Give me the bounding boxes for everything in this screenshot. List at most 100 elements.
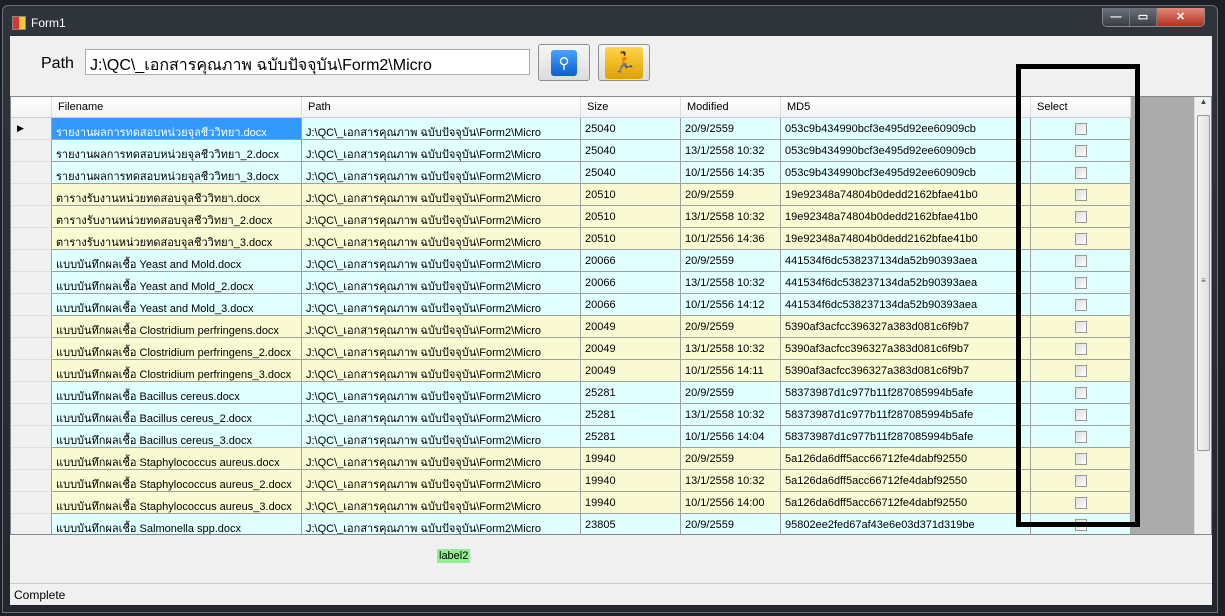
row-header[interactable] <box>11 316 52 338</box>
row-header[interactable] <box>11 404 52 426</box>
cell-size[interactable]: 25281 <box>581 382 681 404</box>
cell-filename[interactable]: ตารางรับงานหน่วยทดสอบจุลชีววิทยา_3.docx <box>52 228 302 250</box>
scroll-up-icon[interactable]: ▲ <box>1195 97 1211 106</box>
cell-md5[interactable]: 053c9b434990bcf3e495d92ee60909cb <box>781 140 1031 162</box>
cell-size[interactable]: 19940 <box>581 492 681 514</box>
cell-md5[interactable]: 58373987d1c977b11f287085994b5afe <box>781 382 1031 404</box>
cell-path[interactable]: J:\QC\_เอกสารคุณภาพ ฉบับปัจจุบัน\Form2\M… <box>302 382 581 404</box>
cell-filename[interactable]: ตารางรับงานหน่วยทดสอบจุลชีววิทยา.docx <box>52 184 302 206</box>
cell-size[interactable]: 25040 <box>581 118 681 140</box>
cell-md5[interactable]: 19e92348a74804b0dedd2162bfae41b0 <box>781 184 1031 206</box>
column-header-path[interactable]: Path <box>302 97 581 118</box>
cell-filename[interactable]: ตารางรับงานหน่วยทดสอบจุลชีววิทยา_2.docx <box>52 206 302 228</box>
cell-path[interactable]: J:\QC\_เอกสารคุณภาพ ฉบับปัจจุบัน\Form2\M… <box>302 228 581 250</box>
row-header[interactable] <box>11 426 52 448</box>
cell-path[interactable]: J:\QC\_เอกสารคุณภาพ ฉบับปัจจุบัน\Form2\M… <box>302 272 581 294</box>
table-row[interactable]: ▶ รายงานผลการทดสอบหน่วยจุลชีววิทยา.docx J:… <box>11 118 1131 140</box>
cell-size[interactable]: 19940 <box>581 448 681 470</box>
cell-filename[interactable]: แบบบันทึกผลเชื้อ Clostridium perfringens… <box>52 316 302 338</box>
table-row[interactable]: แบบบันทึกผลเชื้อ Yeast and Mold.docx J:\Q… <box>11 250 1131 272</box>
cell-md5[interactable]: 441534f6dc538237134da52b90393aea <box>781 250 1031 272</box>
cell-modified[interactable]: 13/1/2558 10:32 <box>681 272 781 294</box>
cell-modified[interactable]: 10/1/2556 14:35 <box>681 162 781 184</box>
cell-path[interactable]: J:\QC\_เอกสารคุณภาพ ฉบับปัจจุบัน\Form2\M… <box>302 404 581 426</box>
table-row[interactable]: แบบบันทึกผลเชื้อ Clostridium perfringens… <box>11 338 1131 360</box>
row-header[interactable] <box>11 184 52 206</box>
cell-filename[interactable]: แบบบันทึกผลเชื้อ Staphylococcus aureus.d… <box>52 448 302 470</box>
cell-filename[interactable]: รายงานผลการทดสอบหน่วยจุลชีววิทยา_2.docx <box>52 140 302 162</box>
table-row[interactable]: แบบบันทึกผลเชื้อ Clostridium perfringens… <box>11 316 1131 338</box>
cell-path[interactable]: J:\QC\_เอกสารคุณภาพ ฉบับปัจจุบัน\Form2\M… <box>302 184 581 206</box>
cell-filename[interactable]: แบบบันทึกผลเชื้อ Yeast and Mold_2.docx <box>52 272 302 294</box>
cell-path[interactable]: J:\QC\_เอกสารคุณภาพ ฉบับปัจจุบัน\Form2\M… <box>302 514 581 534</box>
cell-modified[interactable]: 13/1/2558 10:32 <box>681 140 781 162</box>
cell-size[interactable]: 25281 <box>581 426 681 448</box>
cell-path[interactable]: J:\QC\_เอกสารคุณภาพ ฉบับปัจจุบัน\Form2\M… <box>302 492 581 514</box>
cell-size[interactable]: 20049 <box>581 338 681 360</box>
cell-filename[interactable]: แบบบันทึกผลเชื้อ Bacillus cereus_2.docx <box>52 404 302 426</box>
search-button[interactable]: ⚲ <box>538 44 590 81</box>
row-header[interactable] <box>11 360 52 382</box>
table-row[interactable]: ตารางรับงานหน่วยทดสอบจุลชีววิทยา_3.docx J… <box>11 228 1131 250</box>
cell-modified[interactable]: 13/1/2558 10:32 <box>681 206 781 228</box>
cell-modified[interactable]: 10/1/2556 14:12 <box>681 294 781 316</box>
cell-modified[interactable]: 13/1/2558 10:32 <box>681 470 781 492</box>
cell-path[interactable]: J:\QC\_เอกสารคุณภาพ ฉบับปัจจุบัน\Form2\M… <box>302 316 581 338</box>
cell-md5[interactable]: 5390af3acfcc396327a383d081c6f9b7 <box>781 338 1031 360</box>
cell-size[interactable]: 20510 <box>581 184 681 206</box>
row-header[interactable] <box>11 272 52 294</box>
cell-filename[interactable]: แบบบันทึกผลเชื้อ Yeast and Mold_3.docx <box>52 294 302 316</box>
cell-path[interactable]: J:\QC\_เอกสารคุณภาพ ฉบับปัจจุบัน\Form2\M… <box>302 294 581 316</box>
cell-size[interactable]: 20066 <box>581 294 681 316</box>
table-row[interactable]: แบบบันทึกผลเชื้อ Staphylococcus aureus.d… <box>11 448 1131 470</box>
row-header[interactable] <box>11 470 52 492</box>
cell-path[interactable]: J:\QC\_เอกสารคุณภาพ ฉบับปัจจุบัน\Form2\M… <box>302 426 581 448</box>
cell-modified[interactable]: 20/9/2559 <box>681 514 781 534</box>
cell-md5[interactable]: 053c9b434990bcf3e495d92ee60909cb <box>781 162 1031 184</box>
cell-filename[interactable]: แบบบันทึกผลเชื้อ Clostridium perfringens… <box>52 360 302 382</box>
cell-md5[interactable]: 19e92348a74804b0dedd2162bfae41b0 <box>781 206 1031 228</box>
cell-modified[interactable]: 13/1/2558 10:32 <box>681 404 781 426</box>
cell-filename[interactable]: แบบบันทึกผลเชื้อ Yeast and Mold.docx <box>52 250 302 272</box>
cell-filename[interactable]: แบบบันทึกผลเชื้อ Bacillus cereus.docx <box>52 382 302 404</box>
cell-md5[interactable]: 5390af3acfcc396327a383d081c6f9b7 <box>781 360 1031 382</box>
cell-size[interactable]: 23805 <box>581 514 681 534</box>
table-row[interactable]: แบบบันทึกผลเชื้อ Staphylococcus aureus_2… <box>11 470 1131 492</box>
cell-md5[interactable]: 5a126da6dff5acc66712fe4dabf92550 <box>781 492 1031 514</box>
table-row[interactable]: แบบบันทึกผลเชื้อ Yeast and Mold_2.docx J:… <box>11 272 1131 294</box>
cell-size[interactable]: 20049 <box>581 360 681 382</box>
row-header[interactable] <box>11 250 52 272</box>
cell-filename[interactable]: แบบบันทึกผลเชื้อ Clostridium perfringens… <box>52 338 302 360</box>
row-header[interactable] <box>11 140 52 162</box>
cell-size[interactable]: 25040 <box>581 140 681 162</box>
cell-path[interactable]: J:\QC\_เอกสารคุณภาพ ฉบับปัจจุบัน\Form2\M… <box>302 360 581 382</box>
vertical-scrollbar[interactable]: ▲ ≡ <box>1194 97 1211 534</box>
cell-md5[interactable]: 441534f6dc538237134da52b90393aea <box>781 294 1031 316</box>
row-header[interactable] <box>11 206 52 228</box>
cell-modified[interactable]: 20/9/2559 <box>681 118 781 140</box>
column-header-md5[interactable]: MD5 <box>781 97 1031 118</box>
cell-size[interactable]: 19940 <box>581 470 681 492</box>
cell-size[interactable]: 25281 <box>581 404 681 426</box>
column-header-filename[interactable]: Filename <box>52 97 302 118</box>
cell-path[interactable]: J:\QC\_เอกสารคุณภาพ ฉบับปัจจุบัน\Form2\M… <box>302 162 581 184</box>
row-header[interactable] <box>11 294 52 316</box>
cell-modified[interactable]: 20/9/2559 <box>681 316 781 338</box>
cell-size[interactable]: 20066 <box>581 272 681 294</box>
table-row[interactable]: ตารางรับงานหน่วยทดสอบจุลชีววิทยา_2.docx J… <box>11 206 1131 228</box>
cell-modified[interactable]: 20/9/2559 <box>681 184 781 206</box>
cell-size[interactable]: 25040 <box>581 162 681 184</box>
cell-path[interactable]: J:\QC\_เอกสารคุณภาพ ฉบับปัจจุบัน\Form2\M… <box>302 250 581 272</box>
table-row[interactable]: แบบบันทึกผลเชื้อ Salmonella spp.docx J:\Q… <box>11 514 1131 534</box>
cell-md5[interactable]: 441534f6dc538237134da52b90393aea <box>781 272 1031 294</box>
cell-size[interactable]: 20510 <box>581 228 681 250</box>
table-row[interactable]: รายงานผลการทดสอบหน่วยจุลชีววิทยา_3.docx J… <box>11 162 1131 184</box>
column-header-modified[interactable]: Modified <box>681 97 781 118</box>
cell-md5[interactable]: 5a126da6dff5acc66712fe4dabf92550 <box>781 470 1031 492</box>
cell-path[interactable]: J:\QC\_เอกสารคุณภาพ ฉบับปัจจุบัน\Form2\M… <box>302 338 581 360</box>
cell-path[interactable]: J:\QC\_เอกสารคุณภาพ ฉบับปัจจุบัน\Form2\M… <box>302 118 581 140</box>
cell-md5[interactable]: 053c9b434990bcf3e495d92ee60909cb <box>781 118 1031 140</box>
cell-modified[interactable]: 10/1/2556 14:11 <box>681 360 781 382</box>
close-button[interactable]: ✕ <box>1157 8 1204 26</box>
cell-modified[interactable]: 20/9/2559 <box>681 448 781 470</box>
